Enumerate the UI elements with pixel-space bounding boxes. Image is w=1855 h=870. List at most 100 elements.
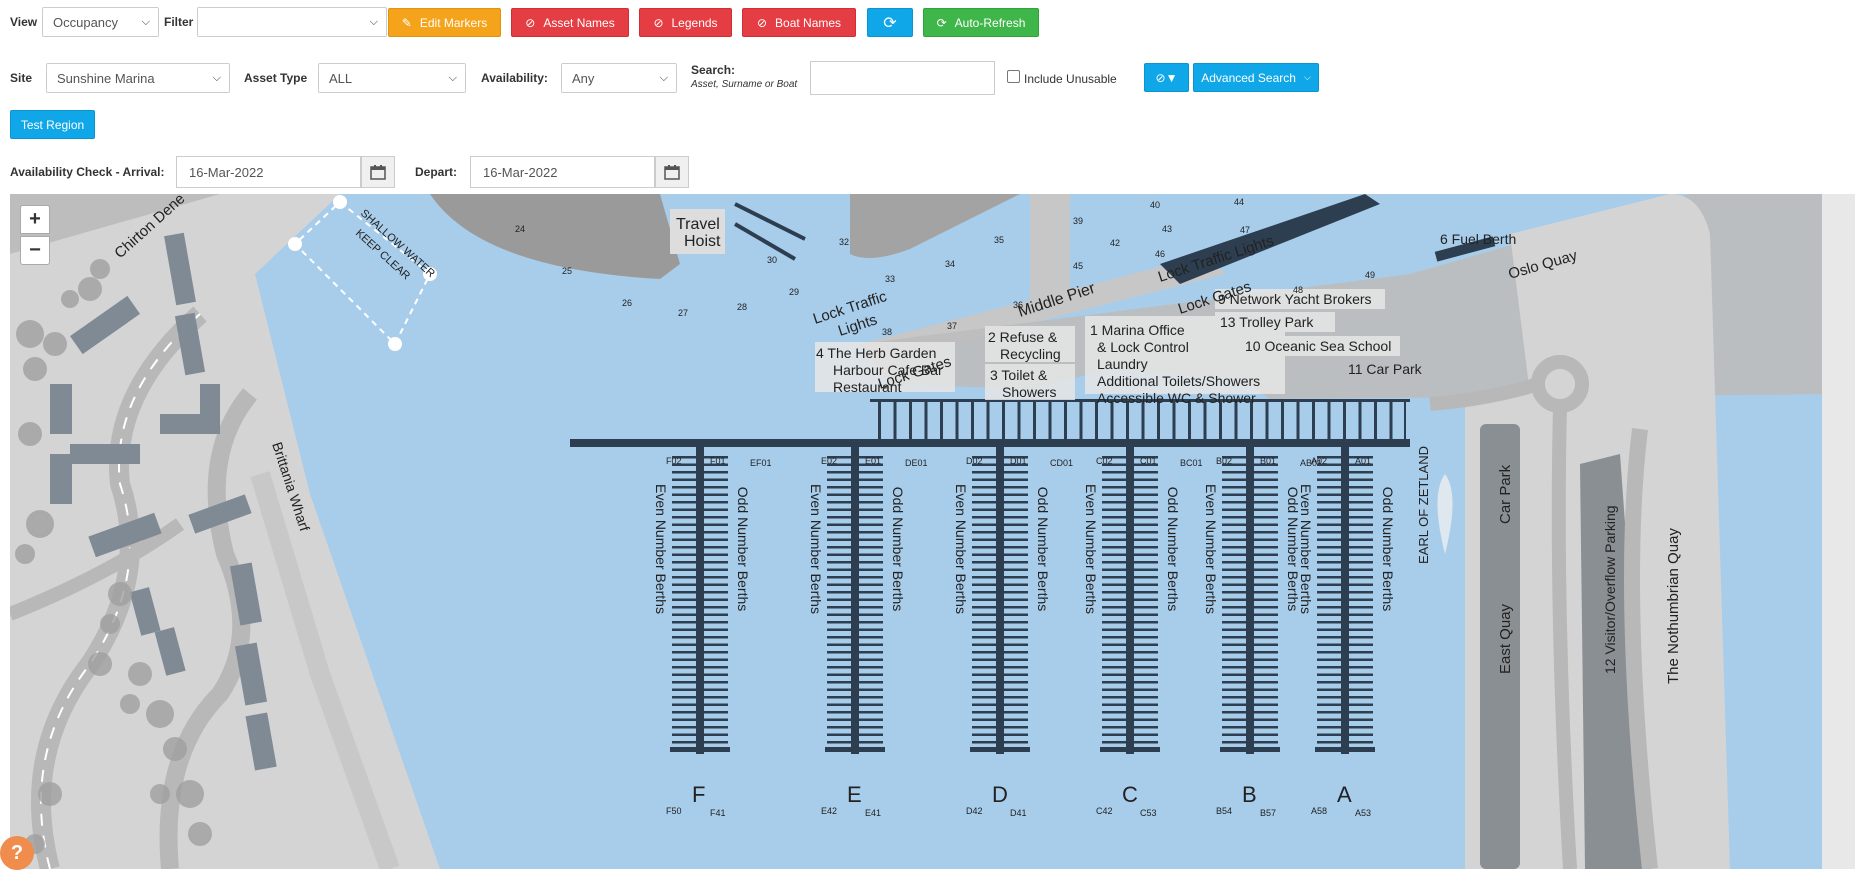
finger-berth[interactable] (672, 621, 728, 624)
finger-berth[interactable] (672, 673, 728, 677)
finger-berth[interactable] (1222, 658, 1278, 662)
finger-berth[interactable] (1222, 538, 1278, 542)
finger-berth[interactable] (1222, 673, 1278, 677)
w-berth[interactable] (1048, 402, 1052, 442)
finger-berth[interactable] (972, 583, 1028, 587)
finger-berth[interactable] (672, 561, 728, 564)
finger-berth[interactable] (972, 681, 1028, 684)
finger-berth[interactable] (827, 576, 883, 579)
finger-berth[interactable] (827, 501, 883, 504)
w-berth[interactable] (1064, 402, 1067, 442)
finger-berth[interactable] (672, 501, 728, 504)
finger-berth[interactable] (1317, 733, 1373, 737)
finger-berth[interactable] (827, 546, 883, 549)
finger-berth[interactable] (1102, 711, 1158, 714)
finger-berth[interactable] (672, 666, 728, 669)
finger-berth[interactable] (1102, 733, 1158, 737)
test-region-button[interactable]: Test Region (10, 110, 95, 139)
finger-berth[interactable] (972, 673, 1028, 677)
finger-berth[interactable] (972, 688, 1028, 692)
w-berth[interactable] (1110, 402, 1114, 442)
finger-berth[interactable] (972, 726, 1028, 729)
finger-berth[interactable] (972, 651, 1028, 654)
w-berth[interactable] (1219, 402, 1222, 442)
finger-berth[interactable] (672, 726, 728, 729)
finger-berth[interactable] (827, 561, 883, 564)
finger-berth[interactable] (672, 688, 728, 692)
finger-berth[interactable] (672, 636, 728, 639)
finger-berth[interactable] (1102, 493, 1158, 497)
finger-berth[interactable] (1222, 598, 1278, 602)
finger-berth[interactable] (1317, 696, 1373, 699)
asset-type-select[interactable]: ALL ⌵ (318, 63, 466, 93)
finger-berth[interactable] (827, 726, 883, 729)
w-berth[interactable] (1374, 402, 1377, 442)
finger-berth[interactable] (672, 508, 728, 512)
finger-berth[interactable] (827, 628, 883, 632)
depart-calendar-button[interactable] (655, 156, 689, 188)
finger-berth[interactable] (1102, 673, 1158, 677)
finger-berth[interactable] (972, 478, 1028, 482)
finger-berth[interactable] (1317, 666, 1373, 669)
w-berth[interactable] (1079, 402, 1083, 442)
finger-berth[interactable] (1222, 606, 1278, 609)
arrival-calendar-button[interactable] (361, 156, 395, 188)
finger-berth[interactable] (972, 613, 1028, 617)
finger-berth[interactable] (1102, 591, 1158, 594)
finger-berth[interactable] (672, 486, 728, 489)
w-berth[interactable] (1389, 402, 1393, 442)
finger-berth[interactable] (972, 471, 1028, 474)
finger-berth[interactable] (1222, 501, 1278, 504)
finger-berth[interactable] (672, 681, 728, 684)
finger-berth[interactable] (1317, 478, 1373, 482)
finger-berth[interactable] (972, 501, 1028, 504)
finger-berth[interactable] (1317, 471, 1373, 474)
finger-berth[interactable] (1317, 613, 1373, 617)
finger-berth[interactable] (1317, 688, 1373, 692)
finger-berth[interactable] (972, 606, 1028, 609)
finger-berth[interactable] (1317, 726, 1373, 729)
finger-berth[interactable] (827, 516, 883, 519)
finger-berth[interactable] (1222, 696, 1278, 699)
finger-berth[interactable] (972, 696, 1028, 699)
finger-berth[interactable] (1222, 546, 1278, 549)
finger-berth[interactable] (672, 598, 728, 602)
site-select[interactable]: Sunshine Marina ⌵ (46, 63, 230, 93)
finger-berth[interactable] (972, 598, 1028, 602)
finger-berth[interactable] (672, 643, 728, 647)
finger-berth[interactable] (972, 658, 1028, 662)
finger-berth[interactable] (972, 733, 1028, 737)
finger-berth[interactable] (827, 493, 883, 497)
w-berth[interactable] (1312, 402, 1315, 442)
finger-berth[interactable] (1317, 651, 1373, 654)
finger-berth[interactable] (1317, 583, 1373, 587)
finger-berth[interactable] (1222, 688, 1278, 692)
finger-berth[interactable] (972, 568, 1028, 572)
finger-berth[interactable] (972, 486, 1028, 489)
finger-berth[interactable] (972, 718, 1028, 722)
w-berth[interactable] (1203, 402, 1207, 442)
finger-berth[interactable] (1102, 471, 1158, 474)
finger-berth[interactable] (827, 673, 883, 677)
finger-berth[interactable] (1222, 493, 1278, 497)
finger-berth[interactable] (1102, 598, 1158, 602)
finger-berth[interactable] (1102, 561, 1158, 564)
w-berth[interactable] (1002, 402, 1005, 442)
clear-filter-button[interactable]: ⊘▼ (1144, 63, 1189, 92)
finger-berth[interactable] (1317, 546, 1373, 549)
finger-berth[interactable] (1102, 741, 1158, 744)
finger-berth[interactable] (1222, 576, 1278, 579)
advanced-search-button[interactable]: Advanced Search ⌵ (1193, 63, 1319, 92)
finger-berth[interactable] (672, 546, 728, 549)
w-berth[interactable] (1265, 402, 1269, 442)
finger-berth[interactable] (672, 493, 728, 497)
finger-berth[interactable] (972, 711, 1028, 714)
finger-berth[interactable] (972, 561, 1028, 564)
finger-berth[interactable] (1317, 718, 1373, 722)
finger-berth[interactable] (972, 516, 1028, 519)
finger-berth[interactable] (1222, 516, 1278, 519)
finger-berth[interactable] (972, 703, 1028, 707)
w-berth[interactable] (986, 402, 990, 442)
finger-berth[interactable] (972, 621, 1028, 624)
finger-berth[interactable] (672, 658, 728, 662)
